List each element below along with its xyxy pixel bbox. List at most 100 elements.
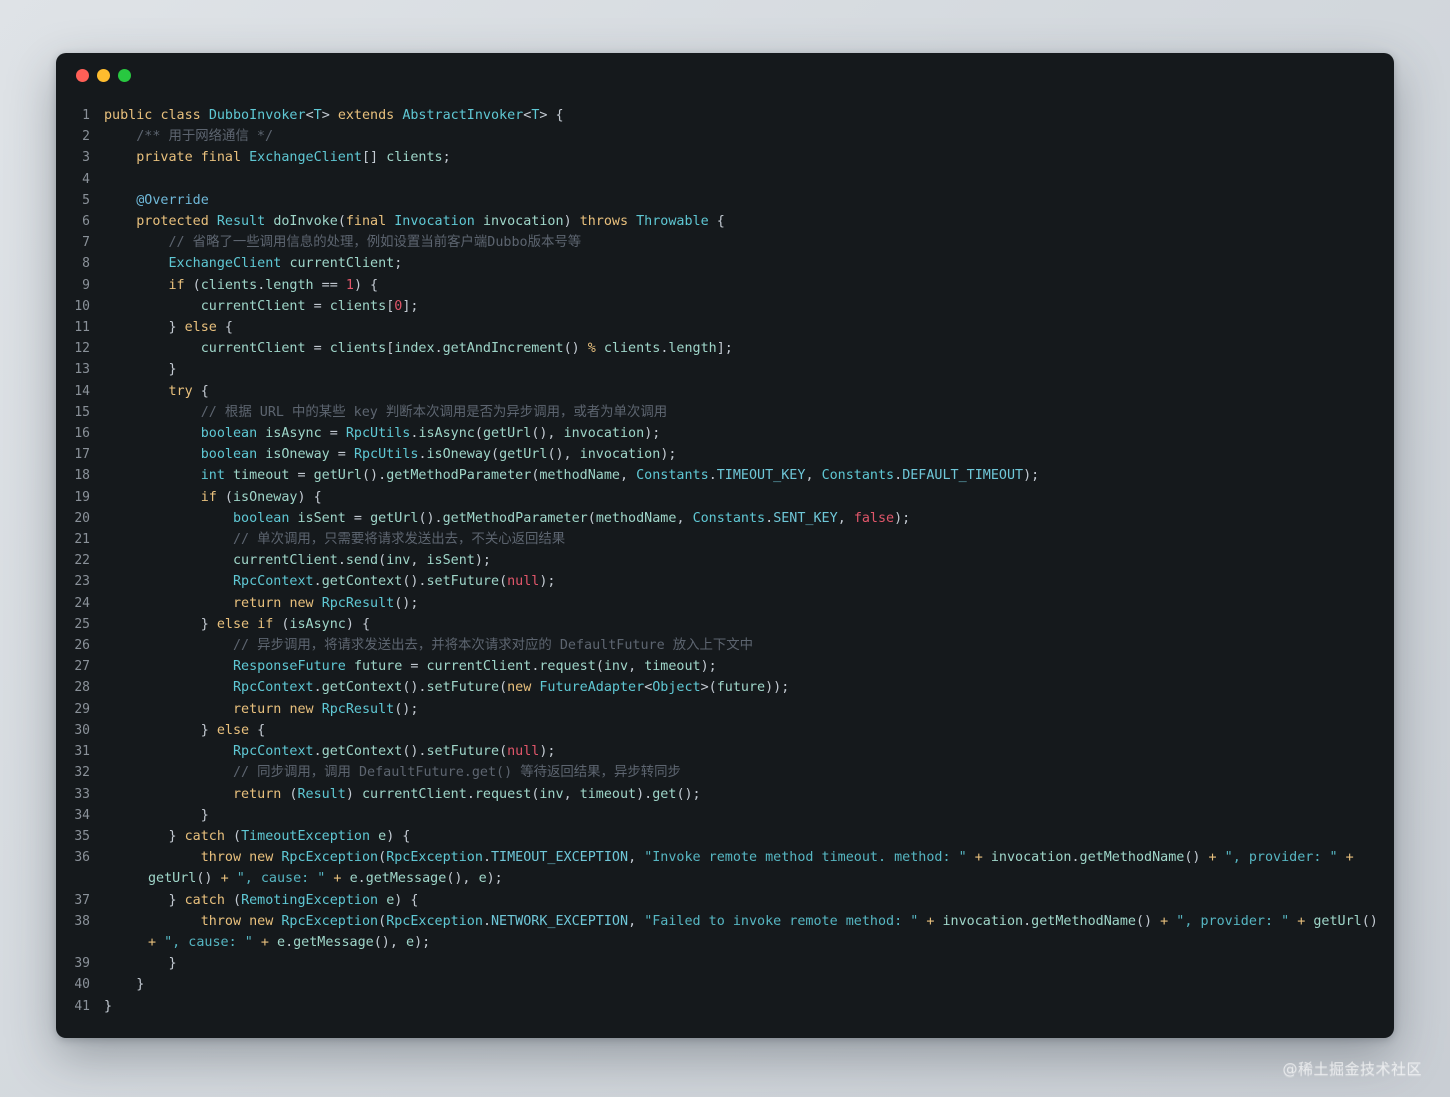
code-token: );: [894, 510, 911, 526]
code-line: 16 boolean isAsync = RpcUtils.isAsync(ge…: [56, 423, 1394, 444]
code-line: 6 protected Result doInvoke(final Invoca…: [56, 211, 1394, 232]
code-token: currentClient: [362, 786, 467, 802]
line-content: } else {: [104, 720, 1394, 741]
code-token: currentClient: [200, 298, 306, 314]
line-content: // 同步调用，调用 DefaultFuture.get() 等待返回结果，异步…: [104, 762, 1394, 783]
code-token: }: [104, 977, 145, 993]
line-content: // 异步调用，将请求发送出去，并将本次请求对应的 DefaultFuture …: [104, 635, 1394, 656]
line-number: 41: [74, 998, 90, 1014]
code-line: 24 return new RpcResult();: [56, 593, 1394, 614]
code-token: null: [507, 744, 540, 760]
line-number: 40: [74, 977, 90, 993]
code-token: }: [104, 956, 177, 972]
line-number: 13: [74, 362, 90, 378]
code-token: }: [104, 807, 209, 823]
code-token: new: [289, 701, 314, 717]
code-token: ResponseFuture: [233, 659, 346, 675]
code-token: else: [216, 616, 250, 632]
code-token: catch: [184, 892, 225, 908]
code-token: ", cause: ": [164, 934, 253, 950]
close-button[interactable]: [76, 68, 89, 82]
line-number: 15: [74, 404, 90, 420]
code-editor[interactable]: 1 public class DubboInvoker<T> extends Ab…: [56, 97, 1394, 1031]
code-token: int: [200, 468, 225, 484]
code-token: isAsync: [418, 426, 475, 442]
line-number: 2: [82, 129, 90, 145]
code-token: return: [233, 595, 282, 611]
code-token: invocation: [579, 447, 661, 463]
code-line: 37 } catch (RemotingException e) {: [56, 890, 1394, 911]
code-line: 7 // 省略了一些调用信息的处理，例如设置当前客户端Dubbo版本号等: [56, 232, 1394, 253]
code-token: isOneway: [265, 447, 330, 463]
code-token: clients: [603, 341, 661, 357]
minimize-button[interactable]: [97, 68, 110, 82]
code-token: Result: [297, 786, 346, 802]
code-token: (): [563, 341, 588, 357]
line-number: 28: [74, 680, 90, 696]
code-token: );: [1023, 468, 1040, 484]
code-token: inv: [603, 659, 629, 675]
code-line: 29 return new RpcResult();: [56, 699, 1394, 720]
code-token: }: [104, 320, 185, 336]
code-token: false: [853, 510, 895, 526]
code-token: RpcException: [386, 850, 483, 866]
code-token: e: [378, 828, 387, 844]
code-token: RpcException: [386, 913, 483, 929]
code-token: Throwable: [636, 214, 709, 230]
line-content: private final ExchangeClient[] clients;: [104, 147, 1394, 168]
code-token: new: [507, 680, 532, 696]
line-content: ExchangeClient currentClient;: [104, 253, 1394, 274]
code-token: (: [499, 574, 508, 590]
code-token: /** 用于网络通信 */: [104, 129, 274, 145]
line-number: 12: [74, 341, 90, 357]
line-number: 25: [74, 616, 90, 632]
code-token: setFuture: [426, 680, 500, 696]
code-token: methodName: [595, 510, 677, 526]
code-token: ();: [394, 701, 419, 717]
line-number: 26: [74, 638, 90, 654]
line-content: } catch (TimeoutException e) {: [104, 826, 1394, 847]
code-token: length: [265, 277, 314, 293]
line-number: 29: [74, 701, 90, 717]
code-token: RemotingException: [241, 892, 379, 908]
code-token: (: [474, 426, 483, 442]
code-line: 26 // 异步调用，将请求发送出去，并将本次请求对应的 DefaultFutu…: [56, 635, 1394, 656]
code-line: 21 // 单次调用，只需要将请求发送出去，不关心返回结果: [56, 529, 1394, 550]
code-token: inv: [386, 553, 411, 569]
line-number: 24: [74, 595, 90, 611]
code-token: (: [216, 489, 233, 505]
code-token: getUrl: [482, 426, 532, 442]
line-content: if (isOneway) {: [104, 487, 1394, 508]
code-token: }: [104, 892, 185, 908]
code-token: +: [325, 871, 350, 887]
line-number: 21: [74, 532, 90, 548]
code-token: extends: [337, 108, 395, 123]
code-token: "Invoke remote method timeout. method: ": [644, 850, 967, 866]
code-token: ().: [402, 744, 427, 760]
code-token: else: [216, 722, 250, 738]
line-content: @Override: [104, 190, 1394, 211]
code-line: 17 boolean isOneway = RpcUtils.isOneway(…: [56, 444, 1394, 465]
code-line: 30 } else {: [56, 720, 1394, 741]
code-line: 9 if (clients.length == 1) {: [56, 275, 1394, 296]
line-number: 23: [74, 574, 90, 590]
code-token: request: [539, 659, 596, 675]
code-token: ;: [394, 256, 403, 272]
code-token: class: [160, 108, 201, 123]
line-content: // 根据 URL 中的某些 key 判断本次调用是否为异步调用，或者为单次调用: [104, 402, 1394, 423]
line-number: 38: [74, 913, 90, 929]
line-number: 5: [82, 192, 90, 208]
code-token: > {: [539, 108, 564, 123]
line-number: 36: [74, 850, 90, 866]
code-token: isSent: [426, 553, 475, 569]
maximize-button[interactable]: [118, 68, 131, 82]
line-content: RpcContext.getContext().setFuture(null);: [104, 741, 1394, 762]
code-token: (),: [373, 934, 406, 950]
code-token: RpcUtils: [345, 426, 411, 442]
